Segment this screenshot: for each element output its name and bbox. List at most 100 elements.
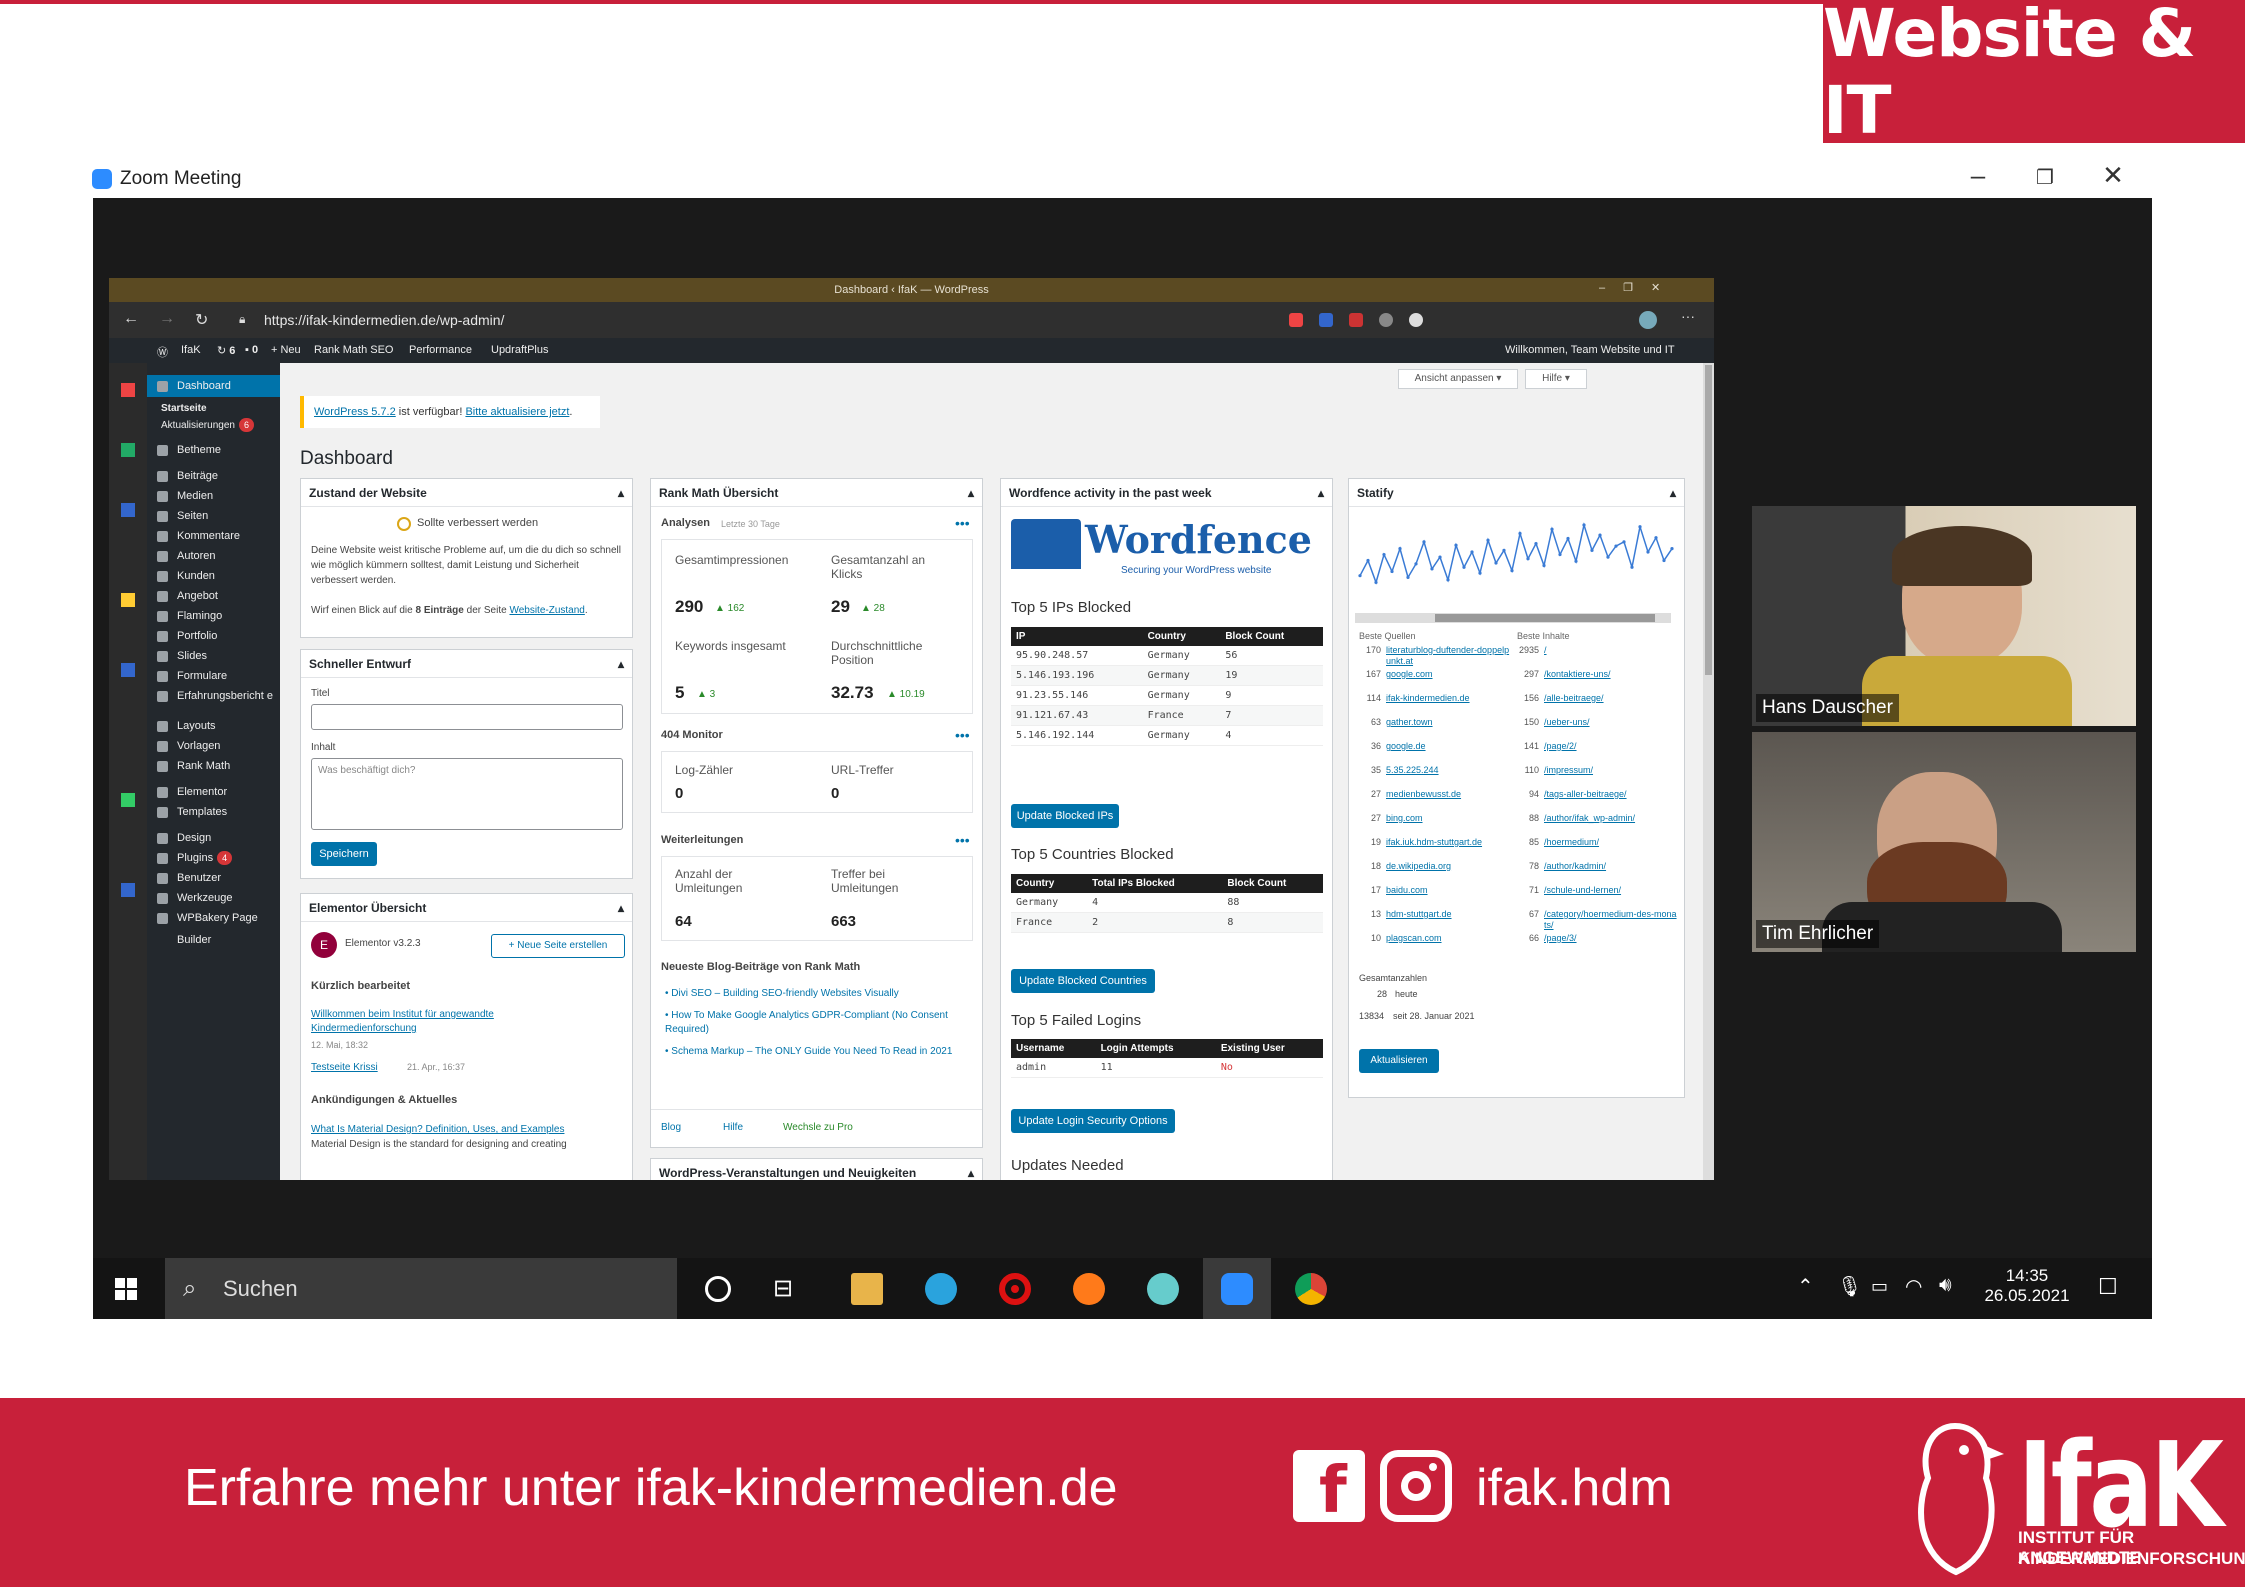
sidebar-item-19[interactable]: Elementor [147,781,280,803]
cortana-icon[interactable] [705,1276,731,1302]
tab-icon[interactable] [121,593,135,607]
site-health-link[interactable]: Website-Zustand [509,605,584,616]
opera-icon[interactable] [999,1273,1031,1305]
list-link[interactable]: baidu.com [1386,885,1512,896]
screen-options-button[interactable]: Ansicht anpassen ▾ [1398,369,1518,389]
sidebar-item-11[interactable]: Flamingo [147,605,280,627]
help-button[interactable]: Hilfe ▾ [1525,369,1587,389]
sidebar-item-7[interactable]: Kommentare [147,525,280,547]
sidebar-item-15[interactable]: Erfahrungsbericht e [147,685,280,707]
list-link[interactable]: google.com [1386,669,1512,680]
sidebar-item-21[interactable]: Design [147,827,280,849]
back-icon[interactable]: ← [123,310,139,328]
blog-post-link[interactable]: • Schema Markup – The ONLY Guide You Nee… [665,1045,965,1059]
adminbar-site[interactable]: IfaK [181,344,201,356]
draft-content-textarea[interactable]: Was beschäftigt dich? [311,758,623,830]
sidebar-item-3[interactable]: Betheme [147,439,280,461]
telegram-icon[interactable] [925,1273,957,1305]
wp-version-link[interactable]: WordPress 5.7.2 [314,406,396,418]
sidebar-item-22[interactable]: Plugins 4 [147,847,280,869]
sidebar-item-6[interactable]: Seiten [147,505,280,527]
list-link[interactable]: / [1544,645,1678,656]
news-link[interactable]: What Is Material Design? Definition, Use… [311,1124,564,1135]
sidebar-item-8[interactable]: Autoren [147,545,280,567]
collapse-icon[interactable]: ▴ [618,894,624,922]
sidebar-item-23[interactable]: Benutzer [147,867,280,889]
windows-start-icon[interactable] [115,1278,137,1300]
list-link[interactable]: ifak-kindermedien.de [1386,693,1512,704]
sidebar-item-9[interactable]: Kunden [147,565,280,587]
draft-title-input[interactable] [311,704,623,730]
microphone-icon[interactable]: 🎙︎ [1837,1274,1862,1299]
adminbar-updraftplus[interactable]: UpdraftPlus [491,344,548,356]
wp-logo-icon[interactable]: Ⓦ [157,344,168,360]
sidebar-item-4[interactable]: Beiträge [147,465,280,487]
sidebar-item-13[interactable]: Slides [147,645,280,667]
new-page-button[interactable]: + Neue Seite erstellen [491,934,625,958]
collapse-icon[interactable]: ▴ [618,479,624,507]
list-link[interactable]: /page/2/ [1544,741,1678,752]
collapse-icon[interactable]: ▴ [618,650,624,678]
reload-icon[interactable]: ↻ [195,310,208,330]
list-link[interactable]: literaturblog-duftender-doppelpunkt.at [1386,645,1512,667]
adminbar-comments[interactable]: ▪ 0 [245,344,258,356]
profile-avatar[interactable] [1639,311,1657,329]
tray-chevron-icon[interactable]: ⌃ [1797,1274,1814,1299]
list-link[interactable]: /category/hoermedium-des-monats/ [1544,909,1678,931]
update-now-link[interactable]: Bitte aktualisiere jetzt [465,406,569,418]
sidebar-item-12[interactable]: Portfolio [147,625,280,647]
sidebar-item-5[interactable]: Medien [147,485,280,507]
collapse-icon[interactable]: ▴ [968,479,974,507]
list-link[interactable]: /kontaktiere-uns/ [1544,669,1678,680]
menu-dots-icon[interactable]: ··· [1681,308,1695,324]
footer-blog-link[interactable]: Blog [661,1122,681,1133]
chat-app-icon[interactable] [1147,1273,1179,1305]
list-link[interactable]: bing.com [1386,813,1512,824]
blog-post-link[interactable]: • How To Make Google Analytics GDPR-Comp… [665,1009,965,1037]
extension-icon[interactable] [1379,313,1393,327]
list-link[interactable]: 5.35.225.244 [1386,765,1512,776]
zoom-taskbar-active[interactable] [1203,1258,1271,1319]
tab-icon[interactable] [121,503,135,517]
collapse-icon[interactable]: ▴ [1318,479,1324,507]
notification-icon[interactable]: ☐ [2098,1274,2118,1300]
collapse-icon[interactable]: ▴ [968,1159,974,1180]
sidebar-item-24[interactable]: Werkzeuge [147,887,280,909]
list-link[interactable]: /tags-aller-beitraege/ [1544,789,1678,800]
list-link[interactable]: /impressum/ [1544,765,1678,776]
save-draft-button[interactable]: Speichern [311,842,377,866]
extension-icon[interactable] [1409,313,1423,327]
scrollbar-thumb[interactable] [1705,365,1712,675]
taskbar-search[interactable]: ⌕ Suchen [165,1258,677,1319]
tab-icon[interactable] [121,443,135,457]
adminbar-performance[interactable]: Performance [409,344,472,356]
tab-icon[interactable] [121,663,135,677]
minimize-icon[interactable]: – [1958,160,1998,191]
footer-pro-link[interactable]: Wechsle zu Pro [783,1122,853,1133]
update-countries-button[interactable]: Update Blocked Countries [1011,969,1155,993]
tab-icon[interactable] [121,883,135,897]
recent-page-link[interactable]: Testseite Krissi [311,1062,378,1073]
recent-page-link[interactable]: Willkommen beim Institut für angewandte … [311,1008,531,1036]
list-link[interactable]: de.wikipedia.org [1386,861,1512,872]
refresh-stats-button[interactable]: Aktualisieren [1359,1049,1439,1073]
sidebar-item-25[interactable]: WPBakery Page Builder [147,907,280,946]
adminbar-new[interactable]: + Neu [271,344,301,356]
tab-icon[interactable] [121,383,135,397]
list-link[interactable]: /page/3/ [1544,933,1678,944]
update-login-security-button[interactable]: Update Login Security Options [1011,1109,1175,1133]
forward-icon[interactable]: → [159,310,175,328]
extension-icon[interactable] [1319,313,1333,327]
list-link[interactable]: /author/ifak_wp-admin/ [1544,813,1678,824]
adminbar-rank-math[interactable]: Rank Math SEO [314,344,393,356]
list-link[interactable]: google.de [1386,741,1512,752]
sidebar-item-14[interactable]: Formulare [147,665,280,687]
extension-icon[interactable] [1289,313,1303,327]
file-explorer-icon[interactable] [851,1273,883,1305]
blog-post-link[interactable]: • Divi SEO – Building SEO-friendly Websi… [665,987,965,1001]
list-link[interactable]: /ueber-uns/ [1544,717,1678,728]
restore-icon[interactable]: ❐ [2025,165,2065,190]
list-link[interactable]: plagscan.com [1386,933,1512,944]
sidebar-item-20[interactable]: Templates [147,801,280,823]
browser-window-controls[interactable]: –❐✕ [1599,281,1678,294]
